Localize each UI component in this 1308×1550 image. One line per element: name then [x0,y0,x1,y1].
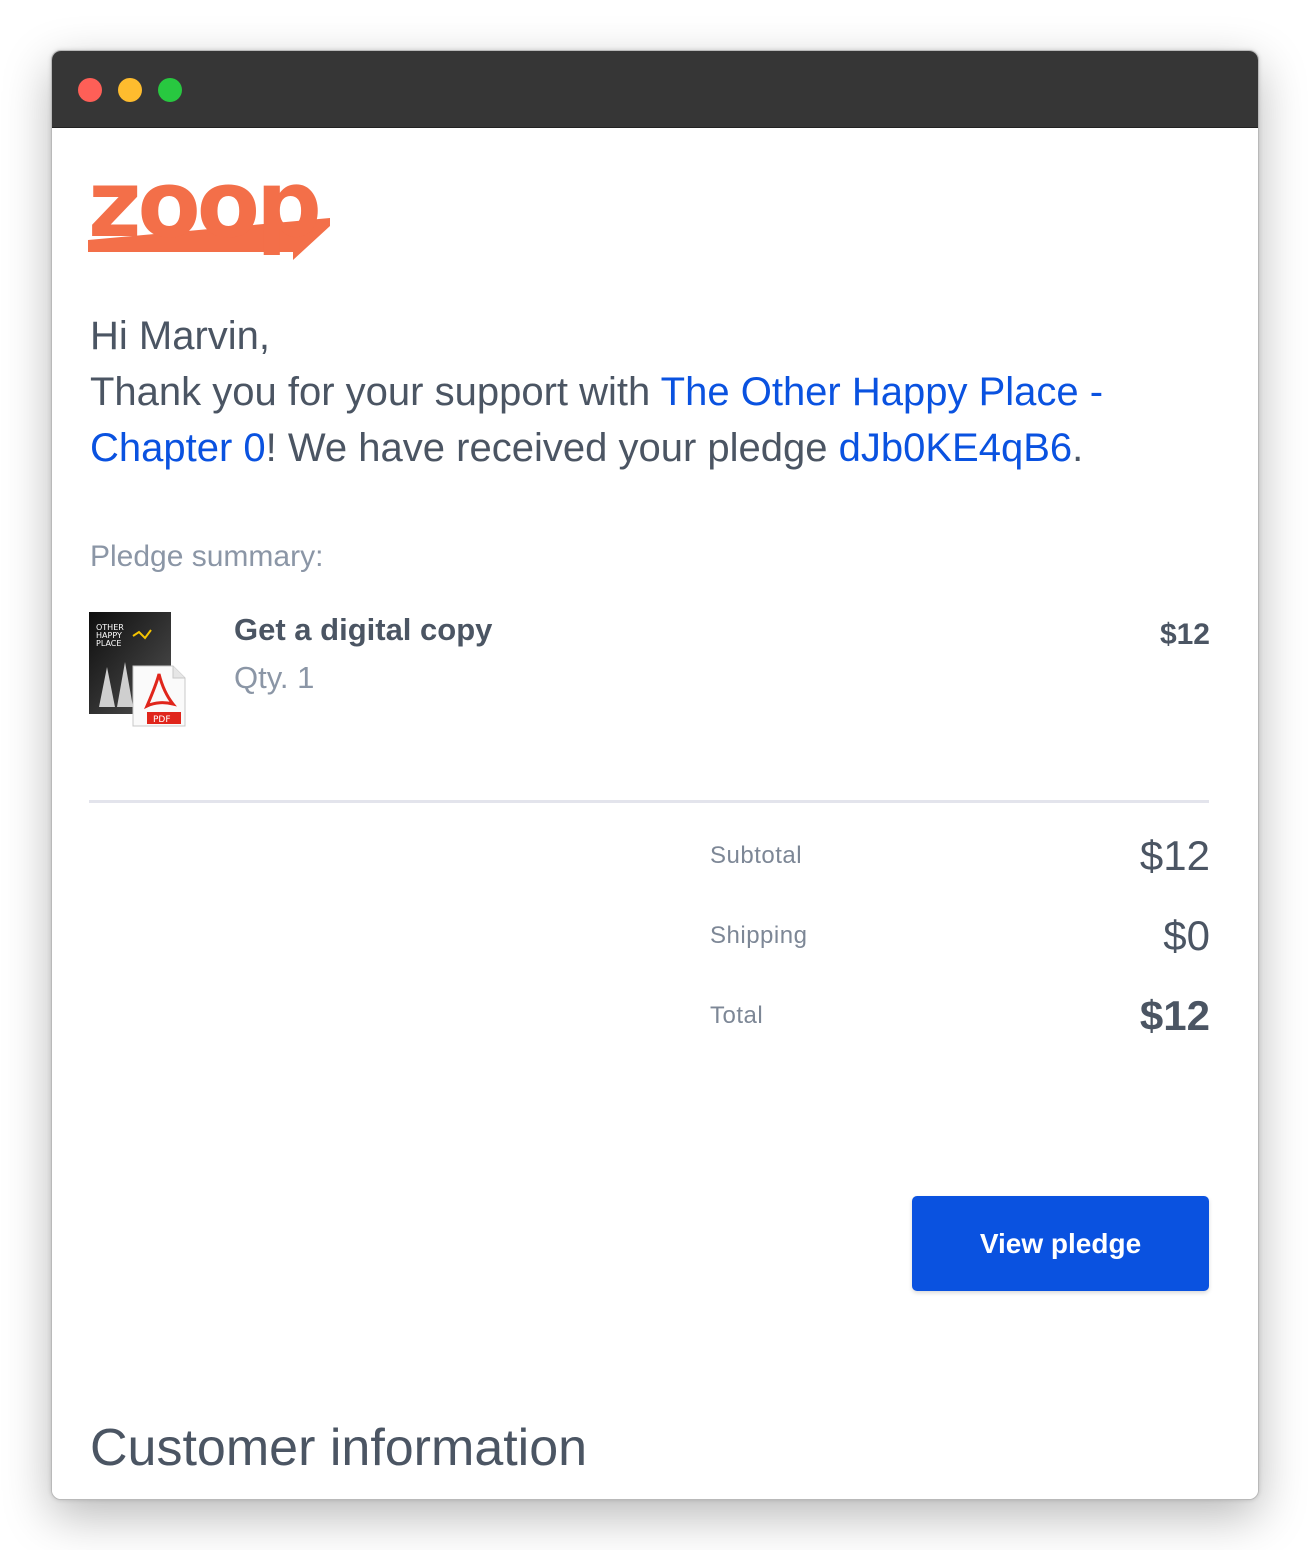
greeting-text: Hi Marvin, Thank you for your support wi… [90,308,1190,476]
item-title: Get a digital copy [234,612,493,647]
customer-information-heading: Customer information [90,1419,588,1477]
window-titlebar [52,51,1258,128]
item-quantity: Qty. 1 [234,660,315,695]
pdf-file-icon: PDF [132,665,186,727]
svg-text:PLACE: PLACE [96,639,121,648]
close-window-button[interactable] [78,78,102,102]
maximize-window-button[interactable] [158,78,182,102]
email-body: zoop Hi Marvin, Thank you for your suppo… [52,128,1258,1499]
shipping-label: Shipping [710,922,808,949]
total-value: $12 [1139,992,1210,1039]
greeting-line: Hi Marvin, [90,314,271,358]
svg-text:zoop: zoop [88,160,318,258]
email-window: zoop Hi Marvin, Thank you for your suppo… [51,50,1259,1500]
pledge-summary-label: Pledge summary: [90,540,324,573]
item-price: $12 [1159,618,1210,651]
subtotal-label: Subtotal [710,842,803,869]
shipping-value: $0 [1163,912,1210,959]
zoop-logo: zoop [88,160,330,260]
digital-copy-thumbnail: OTHER HAPPY PLACE PDF [89,612,186,727]
subtotal-value: $12 [1139,832,1210,879]
svg-text:PDF: PDF [153,715,171,725]
minimize-window-button[interactable] [118,78,142,102]
total-label: Total [710,1002,764,1029]
pledge-id-link[interactable]: dJb0KE4qB6 [839,426,1073,470]
view-pledge-button[interactable]: View pledge [912,1196,1209,1291]
summary-divider [89,800,1209,803]
thanks-message: Thank you for your support with The Othe… [90,370,1104,470]
